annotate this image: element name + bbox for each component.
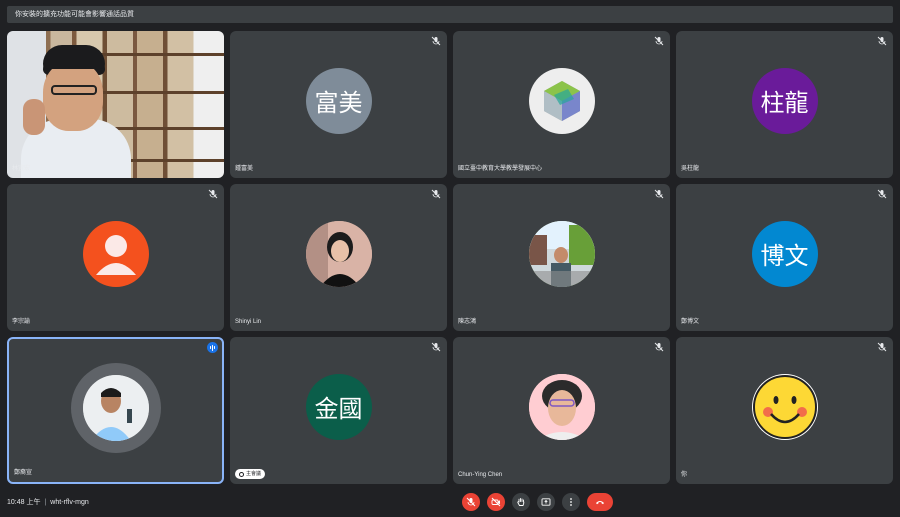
participant-tile[interactable]: 博文 鄭博文: [676, 184, 893, 331]
mic-off-icon: [431, 342, 441, 352]
participant-photo: [305, 220, 372, 287]
call-controls: [462, 493, 613, 511]
participant-name: 鍾富美: [235, 166, 254, 172]
participant-name: 陳志鴻: [458, 319, 477, 325]
more-options-button[interactable]: [562, 493, 580, 511]
participant-video: [7, 31, 224, 178]
mic-off-icon: [654, 189, 664, 199]
participant-grid: 林宜宏 富美 鍾富美 國立臺中教育大學教學發展中心 柱龍 吳柱龍 李宗諭 Shi…: [7, 31, 893, 484]
participant-photo: [82, 374, 149, 441]
participant-tile-active-speaker[interactable]: 鄭裔宣: [7, 337, 224, 484]
raise-hand-button[interactable]: [512, 493, 530, 511]
more-vert-icon: [570, 498, 572, 506]
present-button[interactable]: [537, 493, 555, 511]
participant-tile[interactable]: Shinyi Lin: [230, 184, 447, 331]
badge-icon: [239, 471, 244, 477]
participant-tile[interactable]: 林宜宏: [7, 31, 224, 178]
default-avatar-icon: [82, 220, 149, 287]
present-icon: [541, 498, 551, 506]
camera-off-icon: [491, 497, 501, 507]
participant-tile[interactable]: 金國 主會議: [230, 337, 447, 484]
speaking-indicator-icon: [207, 342, 218, 353]
microphone-off-button[interactable]: [462, 493, 480, 511]
participant-tile[interactable]: 富美 鍾富美: [230, 31, 447, 178]
participant-name: 鄭裔宣: [14, 470, 33, 476]
participant-name: 李宗諭: [12, 319, 31, 325]
participant-tile[interactable]: 李宗諭: [7, 184, 224, 331]
mic-off-icon: [877, 342, 887, 352]
clock-time: 10:48 上午: [7, 499, 41, 506]
participant-photo: [528, 373, 595, 440]
mic-off-icon: [431, 36, 441, 46]
participant-tile[interactable]: 柱龍 吳柱龍: [676, 31, 893, 178]
mic-off-icon: [877, 189, 887, 199]
mic-off-icon: [466, 497, 476, 507]
smiley-face-icon: [751, 373, 818, 440]
hang-up-icon: [596, 501, 604, 505]
camera-off-button[interactable]: [487, 493, 505, 511]
mic-off-icon: [431, 189, 441, 199]
participant-name: Shinyi Lin: [235, 319, 262, 325]
participant-name: 林宜宏: [12, 166, 31, 172]
participant-name: 國立臺中教育大學教學發展中心: [458, 166, 543, 172]
mic-off-icon: [877, 36, 887, 46]
participant-name: 鄭博文: [681, 319, 700, 325]
leave-call-button[interactable]: [587, 493, 613, 511]
extension-warning-banner: 你安裝的擴充功能可能會影響通話品質: [7, 6, 893, 23]
participant-photo: [528, 220, 595, 287]
participant-avatar: 富美: [305, 67, 372, 134]
host-badge-label: 主會議: [246, 471, 262, 477]
participant-name: 你: [681, 472, 688, 478]
participant-avatar: 金國: [305, 373, 372, 440]
hand-icon: [517, 498, 525, 506]
meeting-code: wht-rflv-mgn: [50, 499, 89, 506]
participant-avatar: 博文: [751, 220, 818, 287]
mic-off-icon: [208, 189, 218, 199]
mic-off-icon: [654, 342, 664, 352]
participant-tile[interactable]: Chun-Ying Chen: [453, 337, 670, 484]
participant-tile-self[interactable]: 你: [676, 337, 893, 484]
participant-avatar: 柱龍: [751, 67, 818, 134]
participant-name: Chun-Ying Chen: [458, 472, 503, 478]
mic-off-icon: [654, 36, 664, 46]
participant-name: 吳柱龍: [681, 166, 700, 172]
participant-tile[interactable]: 國立臺中教育大學教學發展中心: [453, 31, 670, 178]
bottom-bar: 10:48 上午 | wht-rflv-mgn: [0, 489, 900, 517]
speaking-ring: [70, 362, 161, 453]
meeting-info: 10:48 上午 | wht-rflv-mgn: [7, 499, 89, 506]
host-badge: 主會議: [235, 469, 266, 479]
organization-logo: [528, 67, 595, 134]
participant-tile[interactable]: 陳志鴻: [453, 184, 670, 331]
